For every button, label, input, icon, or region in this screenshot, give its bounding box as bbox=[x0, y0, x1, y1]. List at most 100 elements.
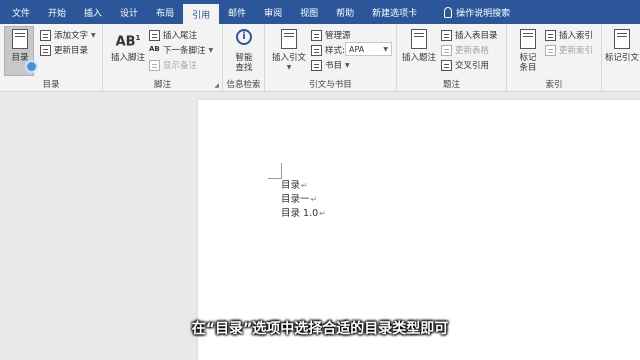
ribbon-tab-bar: 文件 开始 插入 设计 布局 引用 邮件 审阅 视图 帮助 新建选项卡 操作说明… bbox=[0, 0, 640, 24]
update-table-label: 更新表格 bbox=[455, 46, 490, 56]
add-text-button[interactable]: 添加文字 ▼ bbox=[40, 28, 96, 42]
insert-caption-button[interactable]: 插入题注 bbox=[401, 27, 437, 63]
cross-reference-icon bbox=[441, 59, 452, 71]
insert-footnote-button[interactable]: AB1 插入脚注 bbox=[109, 27, 147, 63]
update-table-button[interactable]: 更新表格 bbox=[441, 43, 489, 57]
bibliography-button[interactable]: 书目 ▼ bbox=[311, 58, 350, 72]
footnote-icon-text: AB bbox=[115, 34, 136, 50]
video-subtitle: 在“目录”选项中选择合适的目录类型即可 bbox=[191, 321, 449, 337]
doc-line-text: 目录 1.0 bbox=[281, 208, 319, 219]
toc-icon bbox=[9, 27, 31, 51]
mark-entry-label-1: 标记 bbox=[519, 53, 537, 63]
mouse-cursor-indicator bbox=[25, 60, 38, 73]
dialog-launcher-icon[interactable]: ◢ bbox=[214, 82, 219, 89]
update-index-button[interactable]: 更新索引 bbox=[545, 43, 593, 57]
smart-lookup-icon: i bbox=[233, 27, 255, 51]
bibliography-label: 书目 bbox=[325, 61, 343, 71]
group-label-research: 信息检索 bbox=[226, 80, 261, 90]
tab-file[interactable]: 文件 bbox=[0, 0, 39, 24]
doc-line-1[interactable]: 目录↵ bbox=[281, 180, 308, 192]
insert-endnote-label: 插入尾注 bbox=[163, 31, 198, 41]
group-label-footnotes: 脚注 bbox=[153, 80, 171, 90]
smart-lookup-button[interactable]: i 智能 查找 bbox=[227, 27, 261, 73]
insert-citation-label: 插入引文 bbox=[271, 53, 306, 63]
group-research: i 智能 查找 信息检索 bbox=[223, 24, 265, 92]
dropdown-caret-icon: ▼ bbox=[345, 61, 350, 69]
bibliography-icon bbox=[311, 59, 322, 71]
dropdown-caret-icon: ▼ bbox=[91, 31, 96, 39]
group-label-captions: 题注 bbox=[442, 80, 460, 90]
insert-index-icon bbox=[545, 29, 556, 41]
margin-corner-mark bbox=[281, 163, 282, 178]
insert-table-of-figures-label: 插入表目录 bbox=[455, 31, 498, 41]
paragraph-mark-icon: ↵ bbox=[310, 195, 318, 204]
paragraph-mark-icon: ↵ bbox=[301, 181, 308, 190]
endnote-icon bbox=[149, 29, 160, 41]
ribbon-panel: 目录 添加文字 ▼ 更新目录 目录 AB1 插入脚注 插入尾注 AB 下一条脚注 bbox=[0, 24, 640, 92]
mark-entry-button[interactable]: 标记 条目 bbox=[513, 27, 543, 73]
tab-insert[interactable]: 插入 bbox=[75, 0, 111, 24]
group-table-of-authorities: 标记引文 bbox=[602, 24, 640, 92]
group-label-citations: 引文与书目 bbox=[309, 80, 352, 90]
dropdown-caret-icon: ▼ bbox=[208, 46, 214, 54]
manage-sources-label: 管理源 bbox=[325, 31, 351, 41]
footnote-icon-superscript: 1 bbox=[135, 34, 141, 42]
manage-sources-button[interactable]: 管理源 bbox=[311, 28, 351, 42]
group-label-index: 索引 bbox=[545, 80, 563, 90]
chevron-down-icon: ▼ bbox=[383, 45, 388, 53]
doc-line-text: 目录 bbox=[281, 180, 301, 191]
mark-citation-icon bbox=[611, 27, 633, 51]
tab-new[interactable]: 新建选项卡 bbox=[363, 0, 426, 24]
update-index-label: 更新索引 bbox=[559, 46, 594, 56]
group-citations: 插入引文 ▼ 管理源 样式: 书目 ▼ 引文与书目 bbox=[265, 24, 397, 92]
smart-lookup-label-1: 智能 bbox=[235, 53, 253, 63]
margin-corner-mark bbox=[268, 178, 282, 179]
tab-mailings[interactable]: 邮件 bbox=[219, 0, 255, 24]
insert-caption-label: 插入题注 bbox=[401, 53, 436, 63]
table-of-figures-icon bbox=[441, 29, 452, 41]
tab-design[interactable]: 设计 bbox=[111, 0, 147, 24]
tell-me-label: 操作说明搜索 bbox=[456, 8, 511, 19]
insert-endnote-button[interactable]: 插入尾注 bbox=[149, 28, 197, 42]
group-toc: 目录 添加文字 ▼ 更新目录 目录 bbox=[0, 24, 103, 92]
insert-table-of-figures-button[interactable]: 插入表目录 bbox=[441, 28, 498, 42]
mark-entry-label-2: 条目 bbox=[519, 63, 537, 73]
insert-citation-button[interactable]: 插入引文 ▼ bbox=[269, 27, 309, 73]
citation-style-select[interactable]: APA ▼ bbox=[345, 42, 392, 56]
mark-citation-label: 标记引文 bbox=[604, 53, 639, 63]
group-label-toc: 目录 bbox=[42, 80, 60, 90]
update-toc-button[interactable]: 更新目录 bbox=[40, 43, 88, 57]
tell-me-search[interactable]: 操作说明搜索 bbox=[426, 0, 510, 24]
next-footnote-label: 下一条脚注 bbox=[163, 46, 206, 56]
show-notes-icon bbox=[149, 59, 160, 71]
next-footnote-button[interactable]: AB 下一条脚注 ▼ bbox=[149, 43, 213, 57]
doc-line-text: 目录一 bbox=[281, 194, 310, 205]
tab-view[interactable]: 视图 bbox=[291, 0, 327, 24]
update-toc-icon bbox=[40, 44, 51, 56]
paragraph-mark-icon: ↵ bbox=[319, 209, 326, 218]
lightbulb-icon bbox=[444, 6, 453, 18]
show-notes-button[interactable]: 显示备注 bbox=[149, 58, 197, 72]
citation-icon bbox=[278, 27, 300, 51]
show-notes-label: 显示备注 bbox=[163, 61, 198, 71]
tab-layout[interactable]: 布局 bbox=[147, 0, 183, 24]
style-label: 样式: bbox=[325, 46, 345, 56]
doc-line-3[interactable]: 目录 1.0↵ bbox=[281, 208, 326, 220]
citation-style-value: APA bbox=[349, 44, 365, 54]
dropdown-caret-icon: ▼ bbox=[286, 64, 292, 71]
tab-home[interactable]: 开始 bbox=[39, 0, 75, 24]
toc-button[interactable]: 目录 bbox=[6, 27, 34, 63]
tab-help[interactable]: 帮助 bbox=[327, 0, 363, 24]
tab-review[interactable]: 审阅 bbox=[255, 0, 291, 24]
doc-line-2[interactable]: 目录一↵ bbox=[281, 194, 317, 206]
cross-reference-button[interactable]: 交叉引用 bbox=[441, 58, 489, 72]
update-toc-label: 更新目录 bbox=[54, 46, 89, 56]
style-control: 样式: bbox=[311, 43, 345, 57]
add-text-icon bbox=[40, 29, 51, 41]
insert-index-button[interactable]: 插入索引 bbox=[545, 28, 593, 42]
update-index-icon bbox=[545, 44, 556, 56]
cross-reference-label: 交叉引用 bbox=[455, 61, 490, 71]
group-footnotes: AB1 插入脚注 插入尾注 AB 下一条脚注 ▼ 显示备注 脚注 ◢ bbox=[103, 24, 223, 92]
tab-references[interactable]: 引用 bbox=[183, 3, 220, 24]
mark-citation-button[interactable]: 标记引文 bbox=[604, 27, 640, 63]
